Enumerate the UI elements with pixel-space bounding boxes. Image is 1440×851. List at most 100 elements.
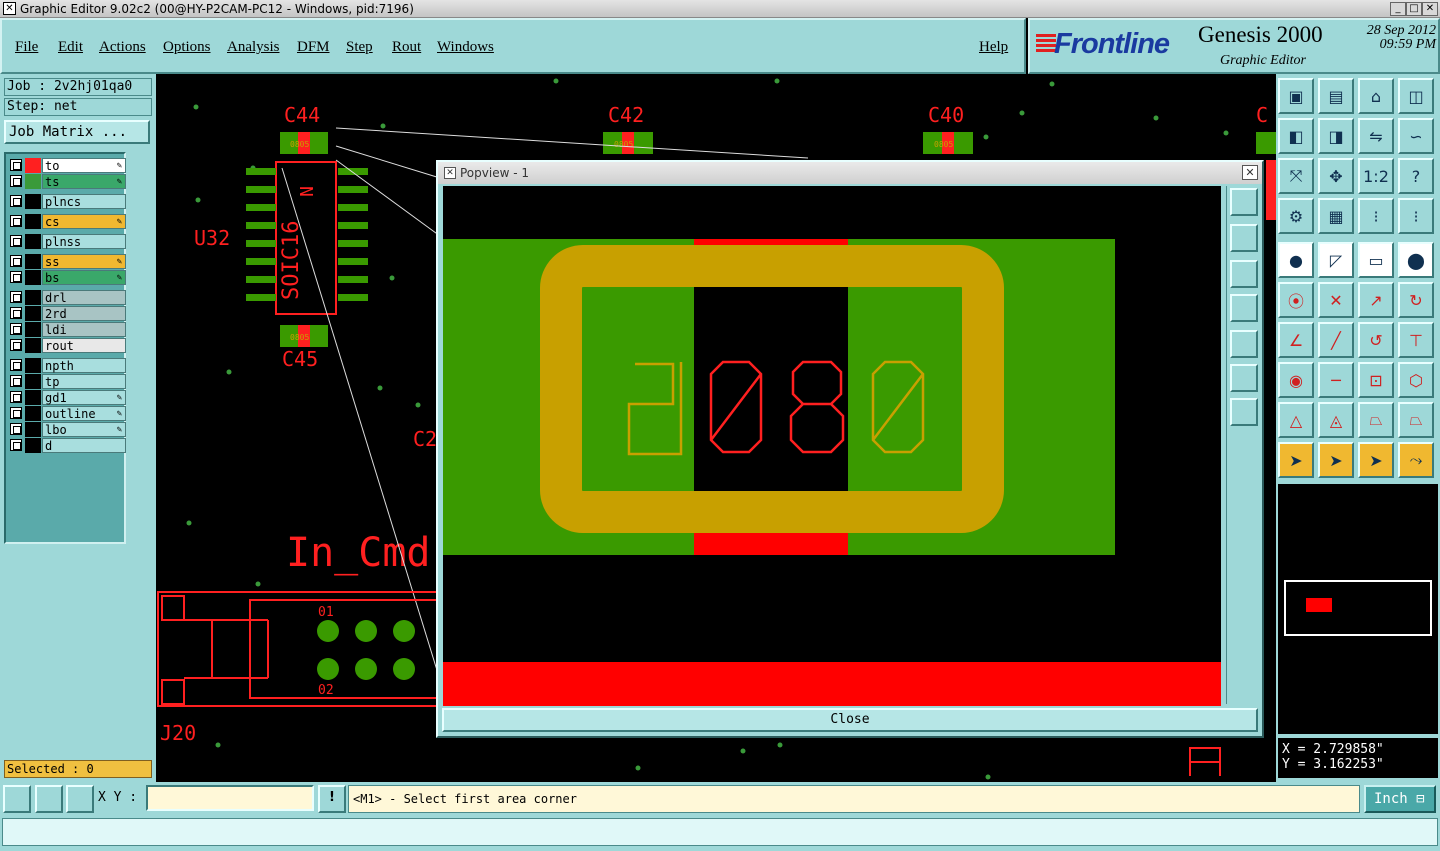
open-icon[interactable]: ▤: [1318, 78, 1354, 114]
save-icon[interactable]: ▣: [1278, 78, 1314, 114]
move-icon[interactable]: ↗: [1358, 282, 1394, 318]
layer-color-swatch[interactable]: [25, 406, 41, 421]
popview-tool-6[interactable]: [1230, 364, 1258, 392]
layer-checkbox[interactable]: [10, 359, 22, 371]
layer-checkbox[interactable]: [10, 323, 22, 335]
layers-red-icon[interactable]: ⁝: [1358, 198, 1394, 234]
zoom-fit-icon[interactable]: ⤧: [1278, 158, 1314, 194]
layer-color-swatch[interactable]: [25, 234, 41, 249]
layer-name[interactable]: bs ✎: [42, 270, 126, 285]
layer-name[interactable]: ts ✎: [42, 174, 126, 189]
layer-name[interactable]: npth: [42, 358, 126, 373]
layer-color-swatch[interactable]: [25, 306, 41, 321]
layer-color-swatch[interactable]: [25, 390, 41, 405]
ruler-icon[interactable]: ▭: [1358, 242, 1394, 278]
popview-tool-2[interactable]: [1230, 224, 1258, 252]
xy-input[interactable]: [146, 785, 314, 811]
layer-name[interactable]: 2rd: [42, 306, 126, 321]
layer-color-swatch[interactable]: [25, 214, 41, 229]
grid-icon[interactable]: [66, 785, 94, 813]
layer-name[interactable]: rout: [42, 338, 126, 353]
layer-row-cs[interactable]: cs ✎: [8, 214, 126, 229]
layer-row-plncs[interactable]: plncs: [8, 194, 126, 209]
group-icon[interactable]: ⬡: [1398, 362, 1434, 398]
layer-checkbox[interactable]: [10, 291, 22, 303]
layer-color-swatch[interactable]: [25, 158, 41, 173]
menu-step[interactable]: Step: [346, 39, 373, 56]
curve-icon[interactable]: ↺: [1358, 322, 1394, 358]
layer-row-tp[interactable]: tp: [8, 374, 126, 389]
layer-checkbox[interactable]: [10, 175, 22, 187]
popview-tool-5[interactable]: [1230, 330, 1258, 358]
layers-toggle-icon[interactable]: ⁝: [1398, 198, 1434, 234]
job-matrix-button[interactable]: Job Matrix ...: [4, 120, 150, 144]
home-icon[interactable]: ⌂: [1358, 78, 1394, 114]
popview-close-x[interactable]: ✕: [1242, 165, 1258, 180]
layer-row-lbo[interactable]: lbo ✎: [8, 422, 126, 437]
popview-close-button[interactable]: Close: [442, 708, 1258, 732]
layer-color-swatch[interactable]: [25, 194, 41, 209]
alert-icon[interactable]: !: [318, 785, 346, 813]
layer-color-swatch[interactable]: [25, 338, 41, 353]
layer-checkbox[interactable]: [10, 195, 22, 207]
layer-row-npth[interactable]: npth: [8, 358, 126, 373]
trapezoid-icon[interactable]: ⏢: [1358, 402, 1394, 438]
layer-color-swatch[interactable]: [25, 290, 41, 305]
layer-name[interactable]: plncs: [42, 194, 126, 209]
pad-icon[interactable]: ⊤: [1398, 322, 1434, 358]
menu-help[interactable]: Help: [979, 39, 1008, 56]
layer-row-outline[interactable]: outline ✎: [8, 406, 126, 421]
settings-icon[interactable]: ⚙: [1278, 198, 1314, 234]
snap-icon[interactable]: [3, 785, 31, 813]
arc-icon[interactable]: ◬: [1318, 402, 1354, 438]
layer-name[interactable]: tp: [42, 374, 126, 389]
line-draw-icon[interactable]: ◸: [1318, 242, 1354, 278]
swap-icon[interactable]: ⇋: [1358, 118, 1394, 154]
layer-checkbox[interactable]: [10, 407, 22, 419]
layer-checkbox[interactable]: [10, 439, 22, 451]
zoom-center-icon[interactable]: ✥: [1318, 158, 1354, 194]
layer-checkbox[interactable]: [10, 375, 22, 387]
layer-checkbox[interactable]: [10, 391, 22, 403]
pan-right-icon[interactable]: ◨: [1318, 118, 1354, 154]
layer-row-ts[interactable]: ts ✎: [8, 174, 126, 189]
route-icon[interactable]: ⤳: [1398, 442, 1434, 478]
close-window-button[interactable]: ✕: [1422, 2, 1438, 16]
layer-name[interactable]: ss ✎: [42, 254, 126, 269]
snake-icon[interactable]: ∽: [1398, 118, 1434, 154]
snap-point-icon[interactable]: ◉: [1278, 362, 1314, 398]
cross-icon[interactable]: ✕: [1318, 282, 1354, 318]
help-icon[interactable]: ?: [1398, 158, 1434, 194]
layer-row-rout[interactable]: rout: [8, 338, 126, 353]
trapezoid2-icon[interactable]: ⏢: [1398, 402, 1434, 438]
layer-name[interactable]: cs ✎: [42, 214, 126, 229]
layer-checkbox[interactable]: [10, 255, 22, 267]
select-obj-icon[interactable]: ●: [1278, 242, 1314, 278]
menu-file[interactable]: File: [15, 39, 38, 56]
menu-options[interactable]: Options: [163, 39, 211, 56]
pointer-icon[interactable]: ➤: [1278, 442, 1314, 478]
triangle-icon[interactable]: △: [1278, 402, 1314, 438]
popview-tool-7[interactable]: [1230, 398, 1258, 426]
measure-icon[interactable]: [35, 785, 63, 813]
pointer-box-icon[interactable]: ➤: [1318, 442, 1354, 478]
window-icon[interactable]: ◫: [1398, 78, 1434, 114]
menu-actions[interactable]: Actions: [99, 39, 146, 56]
popview-canvas[interactable]: [443, 186, 1221, 706]
layer-row-ss[interactable]: ss ✎: [8, 254, 126, 269]
layer-row-d[interactable]: d: [8, 438, 126, 453]
menu-analysis[interactable]: Analysis: [227, 39, 280, 56]
layer-row-bs[interactable]: bs ✎: [8, 270, 126, 285]
layer-row-drl[interactable]: drl: [8, 290, 126, 305]
menu-edit[interactable]: Edit: [58, 39, 83, 56]
grid-view-icon[interactable]: ▦: [1318, 198, 1354, 234]
layer-color-swatch[interactable]: [25, 422, 41, 437]
layer-checkbox[interactable]: [10, 423, 22, 435]
layer-color-swatch[interactable]: [25, 254, 41, 269]
layer-name[interactable]: outline ✎: [42, 406, 126, 421]
layer-row-plnss[interactable]: plnss: [8, 234, 126, 249]
scale-icon[interactable]: ⊡: [1358, 362, 1394, 398]
layer-color-swatch[interactable]: [25, 174, 41, 189]
angle-icon[interactable]: ∠: [1278, 322, 1314, 358]
layer-checkbox[interactable]: [10, 307, 22, 319]
